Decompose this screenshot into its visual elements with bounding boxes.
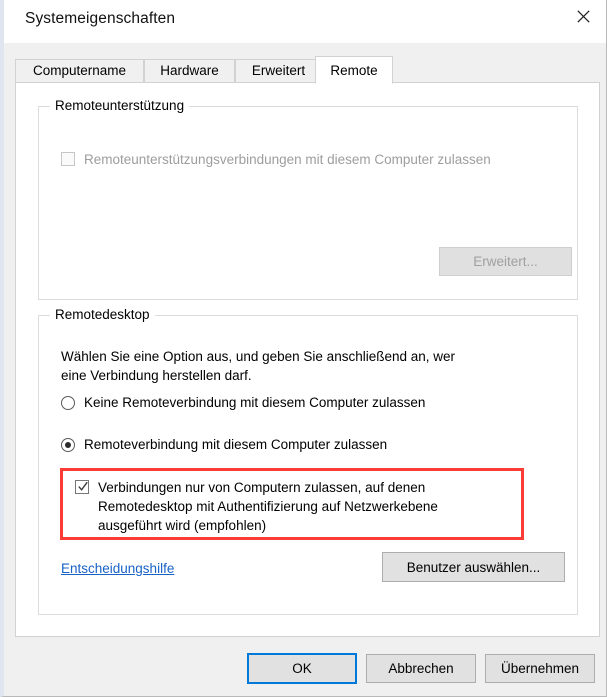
radio-icon-selected [61,437,75,452]
remote-tab-page: Remoteunterstützung Remoteunterstützungs… [15,82,600,637]
tab-erweitert[interactable]: Erweitert [235,59,322,83]
radio-allow-remote-connections[interactable]: Remoteverbindung mit diesem Computer zul… [61,437,387,452]
select-users-button[interactable]: Benutzer auswählen... [382,552,565,582]
tab-computername[interactable]: Computername [15,59,144,83]
remote-assistance-legend: Remoteunterstützung [50,98,190,113]
dialog-footer: OK Abbrechen Übernehmen [4,637,606,696]
radio-no-remote-connections-label: Keine Remoteverbindung mit diesem Comput… [84,395,426,410]
title-bar: Systemeigenschaften [4,0,606,43]
allow-remote-assistance-label: Remoteunterstützungsverbindungen mit die… [84,152,491,167]
remote-assistance-group: Remoteunterstützung Remoteunterstützungs… [38,98,578,300]
ok-button[interactable]: OK [247,653,357,684]
remote-desktop-group: Remotedesktop Wählen Sie eine Option aus… [38,307,578,615]
radio-icon-unselected [61,395,75,410]
close-icon[interactable] [560,0,606,33]
remote-desktop-description-line1: Wählen Sie eine Option aus, und geben Si… [61,349,456,364]
tab-remote[interactable]: Remote [315,56,393,84]
decision-help-link[interactable]: Entscheidungshilfe [61,561,174,576]
tab-strip: Computername Hardware Erweitert Remote [15,56,595,84]
checkbox-icon-unchecked [61,152,75,166]
radio-no-remote-connections[interactable]: Keine Remoteverbindung mit diesem Comput… [61,395,425,410]
apply-button[interactable]: Übernehmen [485,654,595,683]
system-properties-dialog: Systemeigenschaften Computername Hardwar… [0,0,607,697]
remote-desktop-description-line2: eine Verbindung herstellen darf. [61,368,252,383]
nla-only-checkbox[interactable]: Verbindungen nur von Computern zulassen,… [75,478,438,535]
radio-allow-remote-connections-label: Remoteverbindung mit diesem Computer zul… [84,437,388,452]
tab-hardware[interactable]: Hardware [144,59,235,83]
cancel-button[interactable]: Abbrechen [366,654,476,683]
allow-remote-assistance-checkbox: Remoteunterstützungsverbindungen mit die… [61,150,491,169]
checkbox-icon-checked [75,480,89,494]
remote-assistance-advanced-button[interactable]: Erweitert... [439,247,572,276]
nla-only-label: Verbindungen nur von Computern zulassen,… [98,480,438,533]
remote-desktop-legend: Remotedesktop [50,307,155,322]
window-title: Systemeigenschaften [25,10,176,27]
